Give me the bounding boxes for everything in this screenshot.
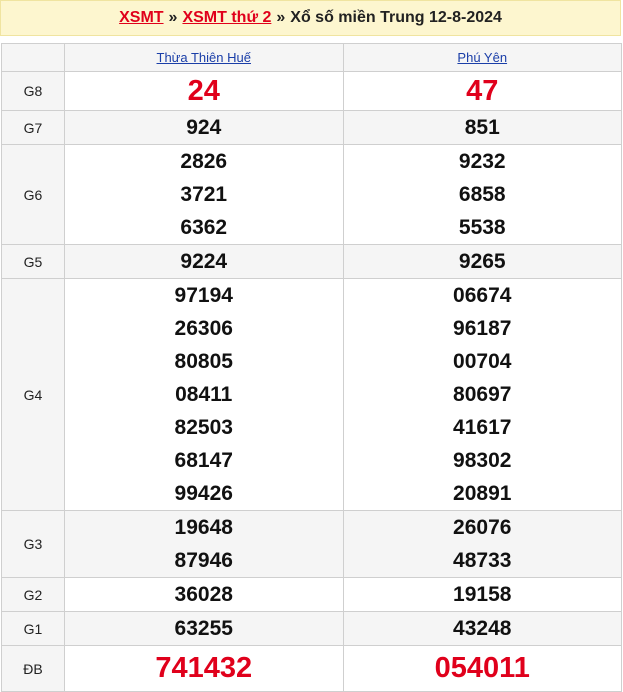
prize-number: 97194 <box>174 284 233 307</box>
prize-number: 80697 <box>453 383 512 406</box>
jackpot-number: 741432 <box>155 652 253 684</box>
prize-label: G6 <box>1 144 65 245</box>
prize-number: 3721 <box>180 183 228 206</box>
prize-label: G3 <box>1 510 65 578</box>
prize-values: 741432 <box>64 645 344 692</box>
table-header-row: Thừa Thiên Huế Phú Yên <box>1 43 622 72</box>
prize-values: 924 <box>64 110 344 145</box>
prize-row-g1: G1 63255 43248 <box>1 611 622 646</box>
prize-number: 41617 <box>453 416 512 439</box>
prize-row-g8: G8 24 47 <box>1 71 622 111</box>
prize-values: 97194 26306 80805 08411 82503 68147 9942… <box>64 278 344 511</box>
prize-values: 26076 48733 <box>342 510 622 578</box>
prize-number: 08411 <box>175 383 233 406</box>
prize-number: 82503 <box>174 416 233 439</box>
prize-number: 19648 <box>174 516 233 539</box>
prize-number: 5538 <box>458 216 506 239</box>
prize-values: 19158 <box>342 577 622 612</box>
prize-number: 98302 <box>453 449 512 472</box>
prize-number: 20891 <box>453 482 512 505</box>
prize-label: G1 <box>1 611 65 646</box>
prize-number: 63255 <box>174 617 233 640</box>
prize-number: 9232 <box>458 150 506 173</box>
prize-label: ĐB <box>1 645 65 692</box>
prize-values: 43248 <box>342 611 622 646</box>
prize-label: G5 <box>1 244 65 279</box>
breadcrumb-link-xsmt[interactable]: XSMT <box>119 9 163 27</box>
prize-number: 87946 <box>174 549 233 572</box>
prize-number: 80805 <box>174 350 233 373</box>
prize-number: 19158 <box>453 583 512 606</box>
prize-number: 36028 <box>174 583 233 606</box>
prize-row-g3: G3 19648 87946 26076 48733 <box>1 510 622 578</box>
prize-label: G4 <box>1 278 65 511</box>
province-header: Thừa Thiên Huế <box>64 43 344 72</box>
prize-number: 26076 <box>453 516 512 539</box>
prize-row-g4: G4 97194 26306 80805 08411 82503 68147 9… <box>1 278 622 511</box>
prize-values: 054011 <box>342 645 622 692</box>
header-empty-cell <box>1 43 65 72</box>
prize-number: 9224 <box>180 250 228 273</box>
prize-number: 6362 <box>180 216 228 239</box>
prize-values: 9224 <box>64 244 344 279</box>
results-table: Thừa Thiên Huế Phú Yên G8 24 47 G7 924 8… <box>1 43 622 692</box>
prize-row-g7: G7 924 851 <box>1 110 622 145</box>
breadcrumb-link-xsmt-thu-2[interactable]: XSMT thứ 2 <box>182 9 271 27</box>
prize-label: G8 <box>1 71 65 111</box>
prize-number: 96187 <box>453 317 512 340</box>
prize-number: 00704 <box>453 350 512 373</box>
province-header: Phú Yên <box>342 43 622 72</box>
province-link-phu-yen[interactable]: Phú Yên <box>457 50 507 65</box>
prize-number: 43248 <box>453 617 512 640</box>
prize-row-g5: G5 9224 9265 <box>1 244 622 279</box>
prize-number: 68147 <box>174 449 233 472</box>
prize-label: G7 <box>1 110 65 145</box>
prize-number: 851 <box>464 116 500 139</box>
prize-label: G2 <box>1 577 65 612</box>
prize-values: 9232 6858 5538 <box>342 144 622 245</box>
breadcrumb-separator: » <box>168 9 178 26</box>
breadcrumb: XSMT » XSMT thứ 2 » Xổ số miền Trung 12-… <box>0 0 621 36</box>
prize-values: 36028 <box>64 577 344 612</box>
prize-values: 47 <box>342 71 622 111</box>
prize-number: 48733 <box>453 549 512 572</box>
prize-values: 63255 <box>64 611 344 646</box>
breadcrumb-separator: » <box>276 9 286 26</box>
page-title: Xổ số miền Trung 12-8-2024 <box>290 9 502 26</box>
jackpot-number: 054011 <box>434 652 530 684</box>
prize-values: 2826 3721 6362 <box>64 144 344 245</box>
prize-number: 9265 <box>458 250 506 273</box>
prize-number: 2826 <box>180 150 228 173</box>
province-link-thua-thien-hue[interactable]: Thừa Thiên Huế <box>157 50 251 65</box>
prize-number: 99426 <box>174 482 233 505</box>
prize-number: 47 <box>466 75 499 107</box>
prize-values: 9265 <box>342 244 622 279</box>
prize-number: 6858 <box>458 183 506 206</box>
prize-values: 19648 87946 <box>64 510 344 578</box>
prize-row-g2: G2 36028 19158 <box>1 577 622 612</box>
prize-values: 24 <box>64 71 344 111</box>
prize-values: 851 <box>342 110 622 145</box>
prize-number: 06674 <box>453 284 512 307</box>
prize-row-g6: G6 2826 3721 6362 9232 6858 5538 <box>1 144 622 245</box>
prize-number: 24 <box>187 75 220 107</box>
prize-values: 06674 96187 00704 80697 41617 98302 2089… <box>342 278 622 511</box>
prize-number: 924 <box>186 116 222 139</box>
prize-row-db: ĐB 741432 054011 <box>1 645 622 692</box>
prize-number: 26306 <box>174 317 233 340</box>
